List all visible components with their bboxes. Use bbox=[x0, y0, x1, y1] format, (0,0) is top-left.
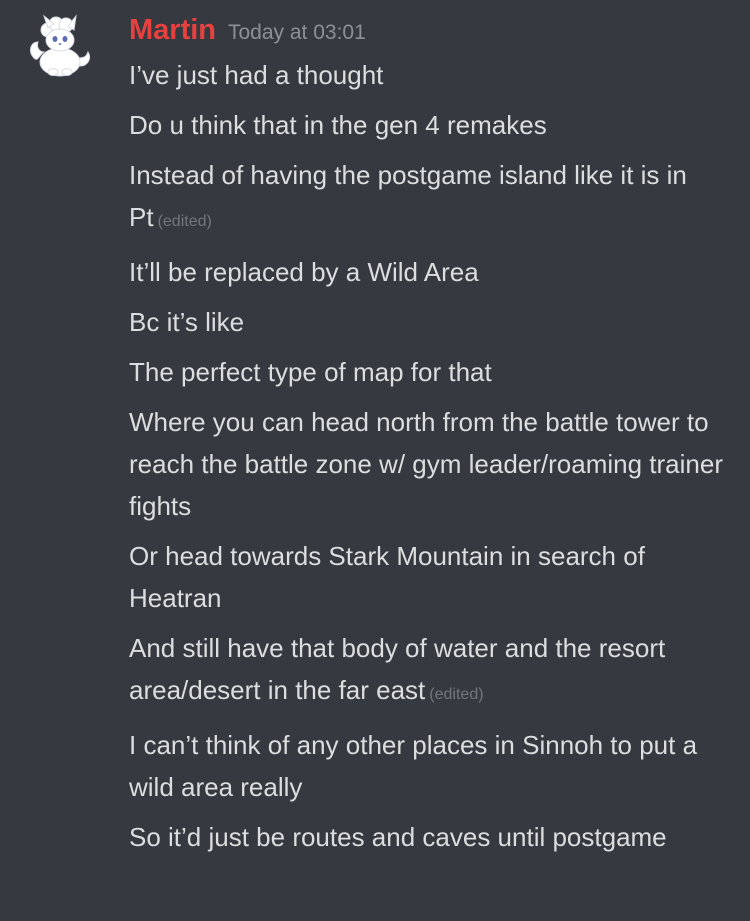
message-text: It’ll be replaced by a Wild Area bbox=[129, 257, 479, 287]
timestamp[interactable]: Today at 03:01 bbox=[228, 21, 366, 44]
message-text: And still have that body of water and th… bbox=[129, 633, 666, 705]
message-text: Bc it’s like bbox=[129, 307, 245, 337]
message[interactable]: I can’t think of any other places in Sin… bbox=[129, 724, 729, 808]
message[interactable]: I’ve just had a thought bbox=[129, 54, 729, 96]
message-text: So it’d just be routes and caves until p… bbox=[129, 822, 667, 852]
message[interactable]: And still have that body of water and th… bbox=[129, 627, 729, 716]
white-fox-avatar-icon bbox=[30, 14, 91, 77]
message-list: I’ve just had a thought Do u think that … bbox=[129, 54, 729, 866]
edited-label: (edited) bbox=[157, 213, 212, 230]
message[interactable]: Do u think that in the gen 4 remakes bbox=[129, 104, 729, 146]
message[interactable]: It’ll be replaced by a Wild Area bbox=[129, 251, 729, 293]
message[interactable]: Instead of having the postgame island li… bbox=[129, 154, 729, 243]
message-text: Where you can head north from the battle… bbox=[129, 407, 723, 521]
message-text: Instead of having the postgame island li… bbox=[129, 160, 687, 232]
message[interactable]: Where you can head north from the battle… bbox=[129, 401, 729, 527]
message-text: Or head towards Stark Mountain in search… bbox=[129, 541, 645, 613]
edited-label: (edited) bbox=[429, 686, 484, 703]
avatar[interactable] bbox=[26, 12, 94, 80]
message-text: I can’t think of any other places in Sin… bbox=[129, 730, 698, 802]
message[interactable]: Bc it’s like bbox=[129, 301, 729, 343]
message-text: Do u think that in the gen 4 remakes bbox=[129, 110, 547, 140]
message-text: The perfect type of map for that bbox=[129, 357, 492, 387]
message[interactable]: Or head towards Stark Mountain in search… bbox=[129, 535, 729, 619]
message-text: I’ve just had a thought bbox=[129, 60, 384, 90]
message-header: Martin Today at 03:01 bbox=[129, 14, 366, 50]
message[interactable]: The perfect type of map for that bbox=[129, 351, 729, 393]
username[interactable]: Martin bbox=[129, 14, 216, 46]
message[interactable]: So it’d just be routes and caves until p… bbox=[129, 816, 729, 858]
